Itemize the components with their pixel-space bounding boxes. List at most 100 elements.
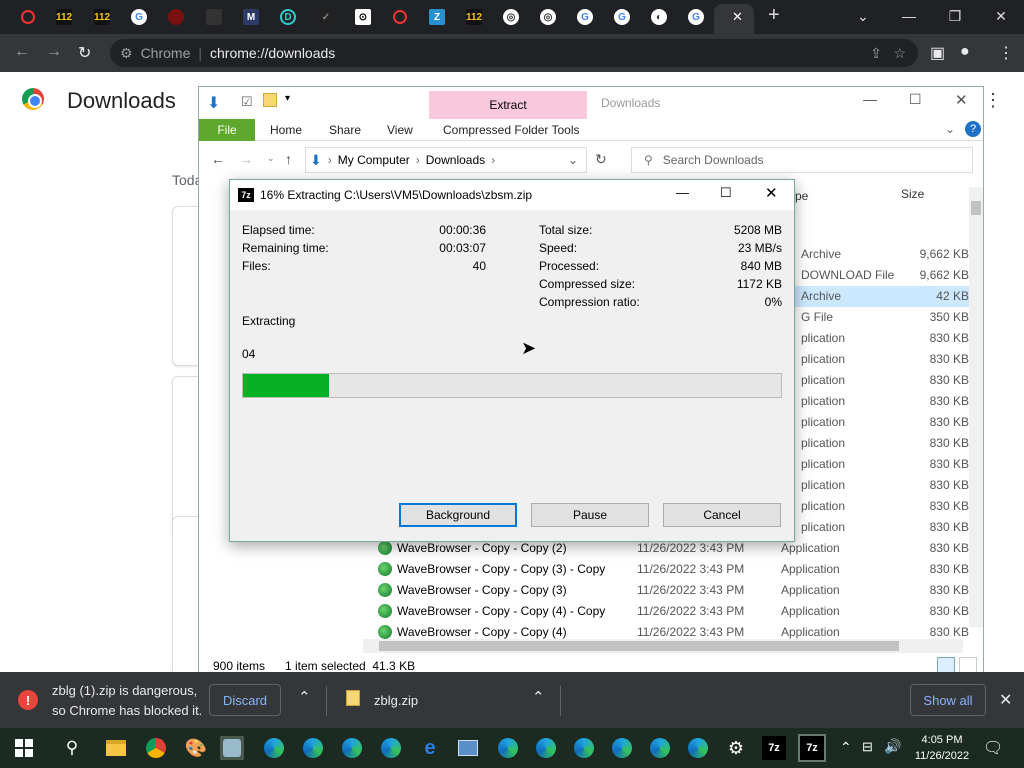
- new-folder-icon[interactable]: [263, 93, 277, 107]
- edge-icon[interactable]: [572, 736, 596, 760]
- edge-icon[interactable]: [648, 736, 672, 760]
- details-view-icon[interactable]: [937, 657, 955, 673]
- column-header-type[interactable]: pe: [795, 189, 808, 203]
- tab-view[interactable]: View: [387, 123, 413, 137]
- edge-icon[interactable]: [301, 736, 325, 760]
- address-dropdown-icon[interactable]: ⌄: [568, 153, 578, 167]
- minimize-icon[interactable]: —: [894, 6, 924, 26]
- close-shelf-icon[interactable]: ✕: [999, 690, 1012, 710]
- settings-gear-icon[interactable]: ⚙: [724, 736, 748, 760]
- reload-icon[interactable]: ↻: [78, 43, 91, 63]
- search-icon[interactable]: ⚲: [60, 736, 84, 760]
- file-row[interactable]: WaveBrowser - Copy - Copy (3) 11/26/2022 …: [369, 580, 969, 601]
- tab-wave-icon[interactable]: ◐: [645, 5, 673, 29]
- taskbar-clock[interactable]: 4:05 PM 11/26/2022: [910, 732, 974, 764]
- restore-icon[interactable]: ❐: [940, 6, 970, 26]
- tab-mail-icon[interactable]: M: [237, 5, 265, 29]
- chrome-menu-icon[interactable]: ⋮: [998, 43, 1014, 63]
- discard-button[interactable]: Discard: [209, 684, 281, 716]
- nav-back-icon[interactable]: ←: [211, 151, 225, 167]
- properties-icon[interactable]: ☑: [241, 94, 253, 110]
- tab-doc-icon[interactable]: Z: [423, 5, 451, 29]
- column-header-size[interactable]: Size: [901, 187, 924, 201]
- site-info-icon[interactable]: ⚙: [120, 45, 133, 62]
- active-tab-downloads[interactable]: ✕: [714, 4, 754, 34]
- volume-icon[interactable]: 🔊: [884, 738, 901, 755]
- show-all-button[interactable]: Show all: [910, 684, 986, 716]
- file-explorer-icon[interactable]: [104, 736, 128, 760]
- new-tab-icon[interactable]: +: [768, 4, 780, 27]
- explorer-maximize-icon[interactable]: ☐: [909, 91, 922, 108]
- tab-google-icon[interactable]: G: [571, 5, 599, 29]
- edge-icon[interactable]: [686, 736, 710, 760]
- tab-112-icon[interactable]: 112: [50, 5, 78, 29]
- quick-access-download-icon[interactable]: ⬇: [207, 93, 220, 113]
- tab-red-icon[interactable]: [162, 5, 190, 29]
- breadcrumb-downloads[interactable]: Downloads: [426, 153, 485, 167]
- vertical-scrollbar[interactable]: [969, 187, 983, 627]
- explorer-minimize-icon[interactable]: —: [863, 91, 877, 107]
- explorer-search-input[interactable]: ⚲ Search Downloads: [631, 147, 973, 173]
- ribbon-expand-chevron-icon[interactable]: ⌄: [945, 122, 955, 136]
- control-panel-icon[interactable]: [456, 736, 480, 760]
- edge-icon[interactable]: [534, 736, 558, 760]
- tab-d-icon[interactable]: D: [274, 5, 302, 29]
- tab-search-chevron-icon[interactable]: ⌄: [848, 6, 878, 26]
- tab-112-icon[interactable]: 112: [460, 5, 488, 29]
- tab-opera-icon[interactable]: [14, 5, 42, 29]
- downloads-menu-icon[interactable]: ⋮: [984, 90, 1002, 111]
- tab-file[interactable]: File: [199, 119, 255, 141]
- scroll-thumb[interactable]: [971, 201, 981, 215]
- close-window-icon[interactable]: ✕: [986, 6, 1016, 26]
- tab-check-icon[interactable]: ✓: [312, 5, 340, 29]
- tab-google-icon[interactable]: G: [682, 5, 710, 29]
- file-row[interactable]: WaveBrowser - Copy - Copy (3) - Copy 11/2…: [369, 559, 969, 580]
- edge-icon[interactable]: [340, 736, 364, 760]
- tab-compressed-folder-tools[interactable]: Compressed Folder Tools: [443, 123, 580, 137]
- pause-button[interactable]: Pause: [531, 503, 649, 527]
- tab-share[interactable]: Share: [329, 123, 361, 137]
- large-icons-view-icon[interactable]: [959, 657, 977, 673]
- explorer-close-icon[interactable]: ✕: [955, 91, 968, 109]
- nav-forward-icon[interactable]: →: [239, 151, 253, 167]
- recent-locations-icon[interactable]: ⌄: [267, 153, 275, 164]
- edge-icon[interactable]: [379, 736, 403, 760]
- help-icon[interactable]: ?: [965, 121, 981, 137]
- start-windows-icon[interactable]: [12, 736, 36, 760]
- share-icon[interactable]: ⇪: [870, 45, 882, 62]
- tab-home[interactable]: Home: [270, 123, 302, 137]
- tab-opera-icon[interactable]: [386, 5, 414, 29]
- breadcrumb-my-computer[interactable]: My Computer: [338, 153, 410, 167]
- edge-icon[interactable]: [610, 736, 634, 760]
- network-icon[interactable]: ⊟: [862, 739, 873, 755]
- forward-icon[interactable]: →: [46, 43, 62, 61]
- 7zip-minimize-icon[interactable]: —: [676, 185, 689, 200]
- chrome-icon[interactable]: [144, 736, 168, 760]
- cancel-button[interactable]: Cancel: [663, 503, 781, 527]
- bookmark-star-icon[interactable]: ☆: [893, 45, 906, 62]
- tray-chevron-icon[interactable]: ⌃: [840, 739, 852, 756]
- tab-dark-icon[interactable]: [200, 5, 228, 29]
- up-folder-icon[interactable]: ↑: [285, 151, 292, 167]
- tab-chrome-icon[interactable]: ◎: [497, 5, 525, 29]
- download-options-chevron-icon[interactable]: ⌃: [298, 688, 311, 706]
- back-icon[interactable]: ←: [14, 43, 30, 61]
- tab-112-icon[interactable]: 112: [88, 5, 116, 29]
- refresh-icon[interactable]: ↻: [595, 151, 607, 168]
- 7zip-icon[interactable]: 7z: [762, 736, 786, 760]
- 7zip-maximize-icon[interactable]: ☐: [720, 185, 732, 201]
- background-button[interactable]: Background: [399, 503, 517, 527]
- address-bar[interactable]: ⚙ Chrome | chrome://downloads ⇪ ☆: [110, 39, 918, 67]
- edge-icon[interactable]: [262, 736, 286, 760]
- tab-chrome-icon[interactable]: ◎: [534, 5, 562, 29]
- 7zip-archive-icon[interactable]: [220, 736, 244, 760]
- download-file-chevron-icon[interactable]: ⌃: [532, 688, 545, 706]
- tab-google-icon[interactable]: G: [608, 5, 636, 29]
- explorer-address-box[interactable]: ⬇ › My Computer › Downloads › ⌄: [305, 147, 587, 173]
- internet-explorer-icon[interactable]: e: [418, 736, 442, 760]
- customize-toolbar-icon[interactable]: ▾: [285, 93, 290, 104]
- profile-avatar-icon[interactable]: ●: [960, 43, 970, 61]
- download-file-name[interactable]: zblg.zip: [374, 693, 418, 708]
- side-panel-icon[interactable]: ▣: [930, 43, 945, 63]
- paint-icon[interactable]: 🎨: [184, 736, 208, 760]
